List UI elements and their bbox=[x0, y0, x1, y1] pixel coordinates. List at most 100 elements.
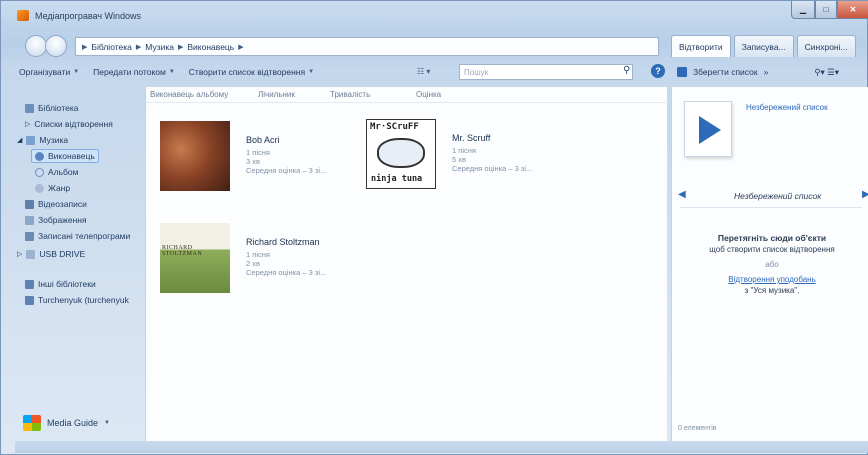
rating: Середня оцінка – 3 зі... bbox=[246, 166, 327, 175]
breadcrumb-arrow-icon: ▶ bbox=[135, 43, 142, 51]
artist-tile[interactable]: Mr·SCruFF ninja tuna Mr. Scruff 1 пісня … bbox=[366, 119, 566, 199]
forward-button[interactable] bbox=[45, 35, 67, 57]
navigation-pane: Бібліотека ▷ Списки відтворення ◢ Музика… bbox=[15, 87, 143, 441]
list-pane: Незбережений список ◀ Незбережений списо… bbox=[671, 87, 868, 441]
sidebar-item-genre[interactable]: Жанр bbox=[35, 183, 70, 193]
save-icon bbox=[677, 67, 687, 77]
play-favorites-source: з "Уся музика". bbox=[744, 286, 800, 295]
other-libraries-icon bbox=[25, 279, 34, 289]
sidebar-item-label: Відеозаписи bbox=[38, 199, 87, 209]
cover-drawing bbox=[377, 138, 425, 168]
expand-icon: ▷ bbox=[25, 121, 31, 128]
divider bbox=[680, 207, 862, 208]
artist-meta: Mr. Scruff 1 пісня 5 хв Середня оцінка –… bbox=[452, 133, 572, 173]
sidebar-item-usb-drive[interactable]: ▷ USB DRIVE bbox=[17, 249, 85, 259]
create-playlist-label: Створити список відтворення bbox=[188, 67, 306, 77]
stream-button[interactable]: Передати потоком ▼ bbox=[93, 67, 175, 77]
chevron-down-icon: ▼ bbox=[308, 69, 315, 75]
album-cover: Mr·SCruFF ninja tuna bbox=[366, 119, 436, 189]
sidebar-item-album[interactable]: Альбом bbox=[35, 167, 79, 177]
stream-label: Передати потоком bbox=[93, 67, 166, 77]
right-tabs: Відтворити Записува... Синхроні... bbox=[671, 35, 868, 59]
sidebar-item-artist[interactable]: Виконавець bbox=[31, 149, 99, 163]
album-cover bbox=[160, 121, 230, 191]
drop-hint: Перетягніть сюди об'єкти щоб створити сп… bbox=[692, 233, 852, 296]
artist-meta: Bob Acri 1 пісня 3 хв Середня оцінка – 3… bbox=[246, 135, 366, 175]
sidebar-item-label: Інші бібліотеки bbox=[38, 279, 96, 289]
organize-button[interactable]: Організувати ▼ bbox=[19, 67, 79, 77]
media-player-icon bbox=[17, 10, 29, 21]
sidebar-item-label: Списки відтворення bbox=[34, 119, 113, 129]
breadcrumb-item-music[interactable]: Музика bbox=[145, 42, 174, 52]
sidebar-item-library[interactable]: Бібліотека bbox=[25, 103, 79, 113]
wmp-window: Медіапрогравач Windows ▁ □ ✕ ▶ Бібліотек… bbox=[0, 0, 868, 455]
column-header-length[interactable]: Тривалість bbox=[326, 87, 412, 102]
album-icon bbox=[35, 167, 44, 177]
window-title: Медіапрогравач Windows bbox=[35, 11, 142, 21]
cover-text: RICHARD STOLTZMAN bbox=[162, 245, 203, 257]
sidebar-item-pictures[interactable]: Зображення bbox=[25, 215, 87, 225]
windows-logo-icon bbox=[23, 415, 41, 431]
previous-list-arrow-icon[interactable]: ◀ bbox=[678, 189, 686, 200]
create-playlist-button[interactable]: Створити список відтворення ▼ bbox=[189, 67, 314, 77]
close-button[interactable]: ✕ bbox=[837, 1, 868, 19]
breadcrumb-arrow-icon: ▶ bbox=[82, 43, 88, 51]
tab-sync[interactable]: Синхроні... bbox=[796, 35, 856, 57]
playlist-name: Незбережений список bbox=[734, 191, 822, 201]
genre-icon bbox=[35, 183, 44, 193]
help-icon[interactable]: ? bbox=[651, 64, 665, 78]
window-controls: ▁ □ ✕ bbox=[791, 1, 868, 21]
next-list-arrow-icon[interactable]: ▶ bbox=[862, 189, 868, 200]
sidebar-item-label: Зображення bbox=[38, 215, 87, 225]
artist-name: Richard Stoltzman bbox=[246, 237, 320, 247]
search-input[interactable]: Пошук bbox=[459, 64, 633, 80]
album-cover: RICHARD STOLTZMAN bbox=[160, 223, 230, 293]
search-placeholder: Пошук bbox=[464, 67, 489, 77]
play-favorites-link[interactable]: Відтворення уподобань bbox=[692, 274, 852, 285]
item-count: 0 елементів bbox=[678, 425, 717, 432]
sidebar-item-recorded-tv[interactable]: Записані телепрограми bbox=[25, 231, 130, 241]
rating: Середня оцінка – 3 зі... bbox=[452, 164, 533, 173]
sidebar-item-playlists[interactable]: ▷ Списки відтворення bbox=[25, 119, 113, 129]
sidebar-item-label: USB DRIVE bbox=[39, 249, 86, 259]
sidebar-item-other-libraries[interactable]: Інші бібліотеки bbox=[25, 279, 96, 289]
playlist-nav: ◀ Незбережений список ▶ bbox=[676, 189, 868, 203]
song-count: 1 пісня bbox=[246, 148, 270, 157]
breadcrumb-item-artist[interactable]: Виконавець bbox=[187, 42, 234, 52]
expand-icon: ▷ bbox=[17, 251, 23, 258]
breadcrumb-arrow-icon: ▶ bbox=[238, 43, 244, 51]
list-options-icon[interactable]: ⚲▾ ☰▾ bbox=[814, 67, 839, 78]
search-icon[interactable]: ⚲ bbox=[623, 65, 630, 76]
drop-hint-subtitle: щоб створити список відтворення bbox=[709, 245, 835, 254]
breadcrumb-item-library[interactable]: Бібліотека bbox=[91, 42, 132, 52]
sidebar-item-user-library[interactable]: Turchenyuk (turchenyuk bbox=[25, 295, 129, 305]
artist-name: Mr. Scruff bbox=[452, 133, 491, 143]
minimize-button[interactable]: ▁ bbox=[791, 1, 815, 19]
song-count: 1 пісня bbox=[246, 250, 270, 259]
sidebar-item-music[interactable]: ◢ Музика bbox=[17, 135, 68, 145]
column-header-rating[interactable]: Оцінка bbox=[412, 87, 492, 102]
artist-name: Bob Acri bbox=[246, 135, 280, 145]
tab-burn[interactable]: Записува... bbox=[733, 35, 794, 57]
unsaved-list-title[interactable]: Незбережений список bbox=[746, 103, 828, 112]
sidebar-item-videos[interactable]: Відеозаписи bbox=[25, 199, 87, 209]
play-icon bbox=[699, 116, 721, 144]
breadcrumb[interactable]: ▶ Бібліотека ▶ Музика ▶ Виконавець ▶ bbox=[75, 37, 659, 56]
drop-hint-title: Перетягніть сюди об'єкти bbox=[717, 233, 827, 243]
organize-label: Організувати bbox=[19, 67, 71, 77]
media-guide-button[interactable]: Media Guide ▼ bbox=[23, 415, 110, 431]
artist-icon bbox=[35, 151, 44, 161]
artist-tile[interactable]: RICHARD STOLTZMAN Richard Stoltzman 1 пі… bbox=[160, 223, 360, 303]
save-list-button[interactable]: Зберегти список bbox=[693, 67, 758, 77]
column-header-album-artist[interactable]: Виконавець альбому bbox=[146, 87, 254, 102]
cover-text: Mr·SCruFF bbox=[370, 122, 419, 132]
artist-tile[interactable]: Bob Acri 1 пісня 3 хв Середня оцінка – 3… bbox=[160, 121, 360, 201]
more-icon[interactable]: » bbox=[764, 67, 769, 77]
back-button[interactable] bbox=[25, 35, 47, 57]
view-options-button[interactable]: ☷ ▾ bbox=[417, 67, 430, 76]
tab-play[interactable]: Відтворити bbox=[671, 35, 731, 57]
column-header-count[interactable]: Лічильник bbox=[254, 87, 326, 102]
nav-buttons bbox=[25, 35, 71, 57]
maximize-button[interactable]: □ bbox=[815, 1, 837, 19]
song-count: 1 пісня bbox=[452, 146, 476, 155]
